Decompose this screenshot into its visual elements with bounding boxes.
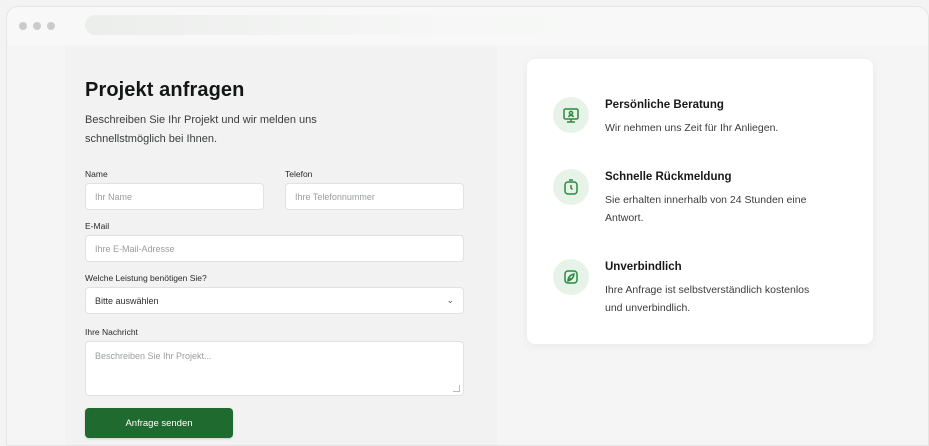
phone-input[interactable]: Ihre Telefonnummer xyxy=(285,183,464,210)
browser-window: Projekt anfragen Beschreiben Sie Ihr Pro… xyxy=(6,6,929,446)
chevron-down-icon: ⌄ xyxy=(446,295,454,305)
window-titlebar xyxy=(7,7,928,45)
name-label: Name xyxy=(85,169,108,179)
feature-text: Sie erhalten innerhalb von 24 Stunden ei… xyxy=(605,194,807,224)
feature-text: Ihre Anfrage ist selbstverständlich kost… xyxy=(605,284,810,314)
name-input[interactable]: Ihr Name xyxy=(85,183,264,210)
feature-text: Wir nehmen uns Zeit für Ihr Anliegen. xyxy=(605,122,779,134)
window-control-minimize[interactable] xyxy=(33,22,41,30)
feature-title: Unverbindlich xyxy=(605,261,682,273)
message-textarea[interactable]: Beschreiben Sie Ihr Projekt... xyxy=(85,341,464,396)
consultation-icon xyxy=(553,97,589,133)
feature-title: Persönliche Beratung xyxy=(605,99,724,111)
stopwatch-icon xyxy=(553,169,589,205)
resize-handle-icon[interactable] xyxy=(453,385,460,392)
form-title: Projekt anfragen xyxy=(85,79,245,101)
benefits-card: Persönliche Beratung Wir nehmen uns Zeit… xyxy=(527,59,873,344)
message-label: Ihre Nachricht xyxy=(85,327,138,337)
email-label: E-Mail xyxy=(85,221,110,231)
service-select[interactable]: Bitte auswählen ⌄ xyxy=(85,287,464,314)
feature-title: Schnelle Rückmeldung xyxy=(605,171,732,183)
inquiry-form: Projekt anfragen Beschreiben Sie Ihr Pro… xyxy=(65,47,497,445)
window-control-close[interactable] xyxy=(19,22,27,30)
phone-placeholder: Ihre Telefonnummer xyxy=(295,191,375,202)
window-control-maximize[interactable] xyxy=(47,22,55,30)
email-input[interactable]: Ihre E-Mail-Adresse xyxy=(85,235,464,262)
message-placeholder: Beschreiben Sie Ihr Projekt... xyxy=(95,351,212,361)
service-label: Welche Leistung benötigen Sie? xyxy=(85,273,207,283)
service-selected-value: Bitte auswählen xyxy=(95,295,159,306)
submit-button[interactable]: Anfrage senden xyxy=(85,408,233,438)
form-description: Beschreiben Sie Ihr Projekt und wir meld… xyxy=(85,114,317,145)
name-placeholder: Ihr Name xyxy=(95,191,133,202)
email-placeholder: Ihre E-Mail-Adresse xyxy=(95,243,175,254)
address-bar[interactable] xyxy=(85,15,605,35)
phone-label: Telefon xyxy=(285,169,313,179)
leaf-icon xyxy=(553,259,589,295)
